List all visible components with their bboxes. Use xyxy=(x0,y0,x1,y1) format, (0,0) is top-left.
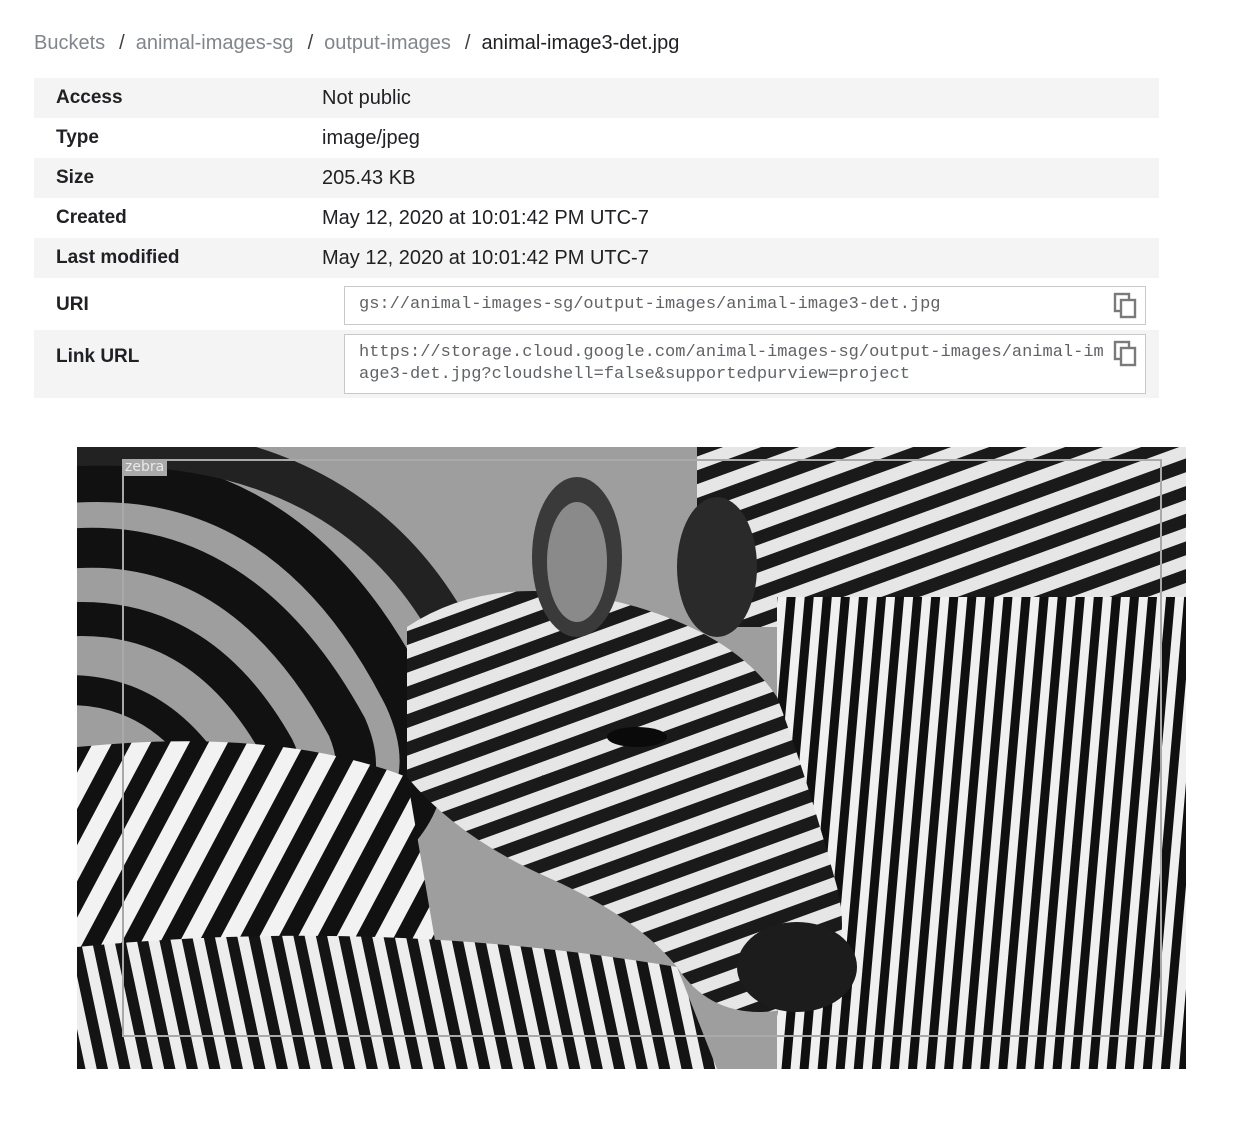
detail-label: Last modified xyxy=(56,247,180,268)
image-preview: zebra xyxy=(77,447,1186,1069)
uri-field[interactable]: gs://animal-images-sg/output-images/anim… xyxy=(344,286,1146,325)
detail-label: Link URL xyxy=(56,346,140,367)
breadcrumb-separator: / xyxy=(119,31,125,54)
copy-icon xyxy=(1113,340,1137,367)
uri-value[interactable]: gs://animal-images-sg/output-images/anim… xyxy=(359,295,941,314)
link-url-value[interactable]: https://storage.cloud.google.com/animal-… xyxy=(359,343,1104,384)
detail-row-access: Access Not public xyxy=(34,78,1159,118)
detail-row-size: Size 205.43 KB xyxy=(34,158,1159,198)
detail-row-type: Type image/jpeg xyxy=(34,118,1159,158)
detail-value-type: image/jpeg xyxy=(322,126,420,149)
detail-value-access: Not public xyxy=(322,86,411,109)
detail-value-size: 205.43 KB xyxy=(322,166,416,189)
object-details-table: Access Not public Type image/jpeg Size 2… xyxy=(34,78,1159,398)
detail-label: Type xyxy=(56,127,99,148)
detection-label: zebra xyxy=(122,459,168,476)
copy-link-url-button[interactable] xyxy=(1113,340,1139,368)
breadcrumb-separator: / xyxy=(307,31,314,54)
detail-value-last-modified: May 12, 2020 at 10:01:42 PM UTC-7 xyxy=(322,246,649,269)
detail-value-created: May 12, 2020 at 10:01:42 PM UTC-7 xyxy=(322,206,649,229)
detail-label: Access xyxy=(56,87,123,108)
breadcrumb: Buckets / animal-images-sg / output-imag… xyxy=(34,28,679,58)
detail-label: Created xyxy=(56,207,127,228)
link-url-field[interactable]: https://storage.cloud.google.com/animal-… xyxy=(344,334,1146,394)
breadcrumb-bucket[interactable]: animal-images-sg xyxy=(136,32,294,55)
breadcrumb-folder[interactable]: output-images xyxy=(324,32,451,55)
breadcrumb-separator: / xyxy=(464,31,471,54)
breadcrumb-current-file: animal-image3-det.jpg xyxy=(481,31,680,54)
copy-icon xyxy=(1113,292,1137,319)
breadcrumb-buckets[interactable]: Buckets xyxy=(34,32,105,55)
detection-bounding-box xyxy=(122,459,1162,1037)
detail-row-last-modified: Last modified May 12, 2020 at 10:01:42 P… xyxy=(34,238,1159,278)
copy-uri-button[interactable] xyxy=(1113,292,1139,320)
detail-row-created: Created May 12, 2020 at 10:01:42 PM UTC-… xyxy=(34,198,1159,238)
detail-label: Size xyxy=(56,167,95,188)
detail-row-uri: URI gs://animal-images-sg/output-images/… xyxy=(34,278,1159,330)
detail-label: URI xyxy=(56,294,89,315)
detail-row-link-url: Link URL https://storage.cloud.google.co… xyxy=(34,330,1159,398)
